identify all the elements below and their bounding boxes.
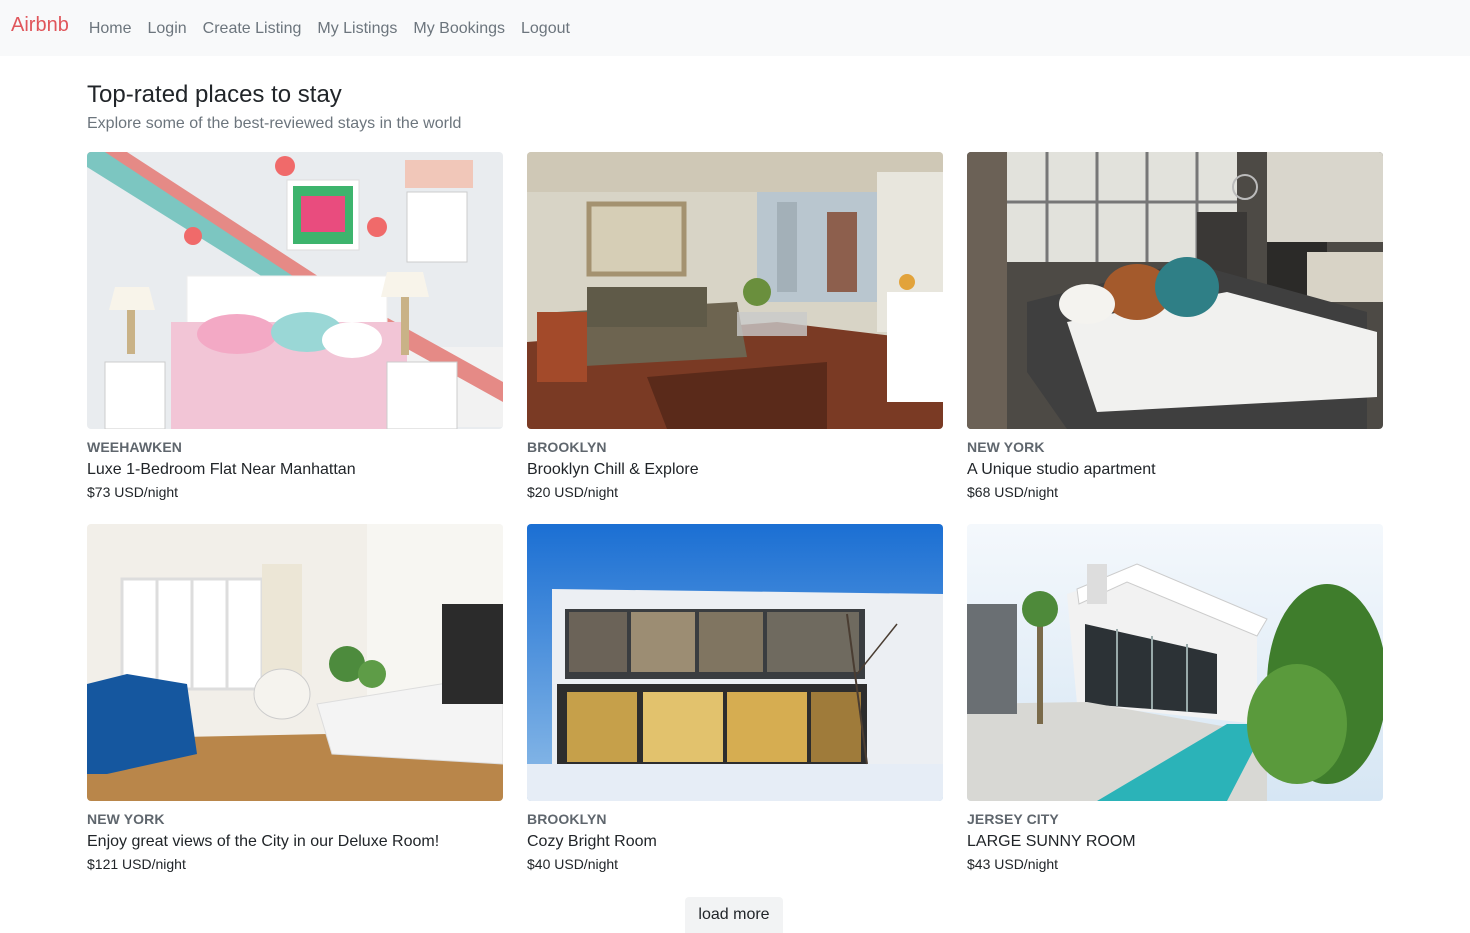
listing-title[interactable]: Enjoy great views of the City in our Del… <box>87 832 503 852</box>
listing-city: BROOKLYN <box>527 811 607 827</box>
studio-photo-image <box>967 152 1383 429</box>
listing-card[interactable]: NEW YORK A Unique studio apartment $68 U… <box>967 152 1383 524</box>
listing-city: NEW YORK <box>87 811 165 827</box>
listing-photo[interactable] <box>967 524 1383 801</box>
nav-link-login[interactable]: Login <box>140 20 195 38</box>
nav-link-create-listing[interactable]: Create Listing <box>195 20 310 38</box>
listing-photo[interactable] <box>87 152 503 429</box>
listing-photo[interactable] <box>87 524 503 801</box>
listing-photo[interactable] <box>527 152 943 429</box>
listing-price: $20 USD/night <box>527 484 619 500</box>
load-more-button[interactable]: load more <box>685 897 783 933</box>
nav-link-home[interactable]: Home <box>81 20 140 38</box>
listing-photo[interactable] <box>527 524 943 801</box>
modern-house-photo-image <box>527 524 943 801</box>
listing-price: $68 USD/night <box>967 484 1059 500</box>
listing-title[interactable]: A Unique studio apartment <box>967 460 1383 480</box>
nav-link-my-listings[interactable]: My Listings <box>309 20 405 38</box>
listing-photo[interactable] <box>967 152 1383 429</box>
listing-title[interactable]: Luxe 1-Bedroom Flat Near Manhattan <box>87 460 503 480</box>
listing-price: $40 USD/night <box>527 856 619 872</box>
page-title: Top-rated places to stay <box>87 81 342 108</box>
listing-card[interactable]: NEW YORK Enjoy great views of the City i… <box>87 524 503 896</box>
bedroom-photo-image <box>87 152 503 429</box>
listing-title[interactable]: Brooklyn Chill & Explore <box>527 460 943 480</box>
listing-price: $121 USD/night <box>87 856 186 872</box>
listing-city: WEEHAWKEN <box>87 439 183 455</box>
villa-pool-photo-image <box>967 524 1383 801</box>
nav-link-logout[interactable]: Logout <box>513 20 578 38</box>
listing-city: NEW YORK <box>967 439 1045 455</box>
listing-price: $43 USD/night <box>967 856 1059 872</box>
listing-price: $73 USD/night <box>87 484 179 500</box>
listing-city: BROOKLYN <box>527 439 607 455</box>
nav-link-my-bookings[interactable]: My Bookings <box>405 20 513 38</box>
listing-title[interactable]: Cozy Bright Room <box>527 832 943 852</box>
brand-logo-link[interactable]: Airbnb <box>11 14 69 37</box>
listing-grid: WEEHAWKEN Luxe 1-Bedroom Flat Near Manha… <box>87 152 1383 896</box>
listing-card[interactable]: BROOKLYN Cozy Bright Room $40 USD/night <box>527 524 943 896</box>
listing-card[interactable]: BROOKLYN Brooklyn Chill & Explore $20 US… <box>527 152 943 524</box>
deluxe-room-photo-image <box>87 524 503 801</box>
main-content: Top-rated places to stay Explore some of… <box>87 80 1383 872</box>
page-subtitle: Explore some of the best-reviewed stays … <box>87 115 462 132</box>
top-navbar: Airbnb Home Login Create Listing My List… <box>0 0 1470 56</box>
living-room-photo-image <box>527 152 943 429</box>
listing-city: JERSEY CITY <box>967 811 1059 827</box>
listing-card[interactable]: WEEHAWKEN Luxe 1-Bedroom Flat Near Manha… <box>87 152 503 524</box>
listing-title[interactable]: LARGE SUNNY ROOM <box>967 832 1383 852</box>
listing-card[interactable]: JERSEY CITY LARGE SUNNY ROOM $43 USD/nig… <box>967 524 1383 896</box>
